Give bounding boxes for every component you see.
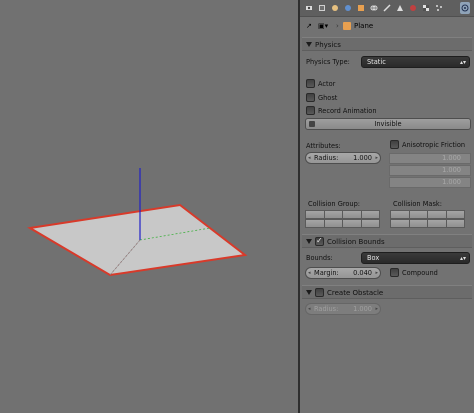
collision-mask-layer[interactable] <box>445 219 465 228</box>
world-icon[interactable] <box>343 2 353 14</box>
dropdown-arrow-icon: ▴▾ <box>459 255 466 262</box>
properties-tab-bar <box>300 0 474 17</box>
collision-group-row-1 <box>305 210 380 219</box>
invisible-toggle-button[interactable]: Invisible <box>305 118 471 130</box>
collision-group-layer[interactable] <box>360 210 380 219</box>
dropdown-arrow-icon: ▴▾ <box>459 59 466 66</box>
ghost-label: Ghost <box>318 94 338 102</box>
physics-type-value: Static <box>367 58 386 66</box>
actor-label: Actor <box>318 80 336 88</box>
aniso-z-field[interactable]: 1.000 <box>389 177 471 188</box>
obstacle-radius-field[interactable]: ◂ Radius: 1.000 ▸ <box>305 303 381 315</box>
collision-bounds-title: Collision Bounds <box>327 238 385 246</box>
collapse-triangle-icon[interactable] <box>306 42 312 47</box>
collision-mask-layer[interactable] <box>427 219 447 228</box>
3d-viewport[interactable] <box>0 0 298 413</box>
collision-group-layer[interactable] <box>323 219 343 228</box>
render-layers-icon[interactable] <box>317 2 327 14</box>
create-obstacle-title: Create Obstacle <box>327 289 384 297</box>
collision-bounds-section-header[interactable]: Collision Bounds <box>302 234 472 248</box>
collision-group-layer[interactable] <box>360 219 380 228</box>
compound-label: Compound <box>402 269 438 277</box>
anisotropic-friction-label: Anisotropic Friction <box>402 141 466 149</box>
record-animation-checkbox[interactable] <box>306 106 315 115</box>
data-icon[interactable] <box>395 2 405 14</box>
render-icon[interactable] <box>304 2 314 14</box>
aniso-y-field[interactable]: 1.000 <box>389 165 471 176</box>
context-object-name: Plane <box>354 22 374 30</box>
pin-icon[interactable]: ↗ <box>306 21 312 32</box>
increment-arrow-icon[interactable]: ▸ <box>375 268 378 278</box>
breadcrumb-separator: › <box>336 22 339 30</box>
invisible-label: Invisible <box>374 120 402 128</box>
collapse-triangle-icon[interactable] <box>306 239 312 244</box>
radius-label: Radius: <box>314 154 339 162</box>
collision-mask-layer[interactable] <box>390 219 410 228</box>
collision-group-layer[interactable] <box>305 210 325 219</box>
context-breadcrumb: ↗ ▣▾ › Plane <box>300 18 474 35</box>
collision-group-layer[interactable] <box>305 219 325 228</box>
collision-mask-layer[interactable] <box>390 210 410 219</box>
collision-mask-layer[interactable] <box>408 210 428 219</box>
collision-mask-row-1 <box>390 210 465 219</box>
material-icon[interactable] <box>408 2 418 14</box>
attributes-label: Attributes: <box>306 142 341 150</box>
create-obstacle-checkbox[interactable] <box>315 288 324 297</box>
bounds-label: Bounds: <box>306 254 333 262</box>
collision-group-layer[interactable] <box>342 219 362 228</box>
radius-value: 1.000 <box>353 154 372 162</box>
obstacle-radius-label: Radius: <box>314 305 339 313</box>
collision-group-label: Collision Group: <box>308 200 361 208</box>
physics-type-dropdown[interactable]: Static ▴▾ <box>361 56 470 68</box>
decrement-arrow-icon[interactable]: ◂ <box>308 268 311 278</box>
create-obstacle-section-header[interactable]: Create Obstacle <box>302 285 472 299</box>
context-menu-icon[interactable]: ▣▾ <box>318 21 328 32</box>
bounds-dropdown[interactable]: Box ▴▾ <box>361 252 470 264</box>
constraints-icon[interactable] <box>369 2 379 14</box>
texture-icon[interactable] <box>421 2 431 14</box>
margin-label: Margin: <box>314 269 339 277</box>
collision-mask-label: Collision Mask: <box>393 200 442 208</box>
compound-checkbox[interactable] <box>390 268 399 277</box>
object-icon[interactable] <box>356 2 366 14</box>
plane-object[interactable] <box>27 203 248 277</box>
aniso-x-field[interactable]: 1.000 <box>389 153 471 164</box>
decrement-arrow-icon[interactable]: ◂ <box>308 304 311 314</box>
physics-icon[interactable] <box>460 2 470 14</box>
collision-group-layer[interactable] <box>342 210 362 219</box>
ghost-checkbox[interactable] <box>306 93 315 102</box>
collision-group-row-2 <box>305 219 380 228</box>
collision-mask-layer[interactable] <box>445 210 465 219</box>
collision-mask-layer[interactable] <box>427 210 447 219</box>
obstacle-radius-value: 1.000 <box>353 305 372 313</box>
collision-group-layer[interactable] <box>323 210 343 219</box>
bounds-value: Box <box>367 254 380 262</box>
physics-section-title: Physics <box>315 41 341 49</box>
record-animation-label: Record Animation <box>318 107 377 115</box>
object-mesh-icon <box>343 22 351 30</box>
physics-section-header[interactable]: Physics <box>302 37 472 51</box>
increment-arrow-icon[interactable]: ▸ <box>375 153 378 163</box>
margin-field[interactable]: ◂ Margin: 0.040 ▸ <box>305 267 381 279</box>
invisible-toggle-icon <box>309 121 315 127</box>
radius-field[interactable]: ◂ Radius: 1.000 ▸ <box>305 152 381 164</box>
collision-mask-layer[interactable] <box>408 219 428 228</box>
modifiers-icon[interactable] <box>382 2 392 14</box>
anisotropic-friction-checkbox[interactable] <box>390 140 399 149</box>
collision-mask-row-2 <box>390 219 465 228</box>
collapse-triangle-icon[interactable] <box>306 290 312 295</box>
physics-type-label: Physics Type: <box>306 58 350 66</box>
viewport-canvas[interactable] <box>0 0 298 413</box>
collision-bounds-checkbox[interactable] <box>315 236 324 246</box>
particles-icon[interactable] <box>434 2 444 14</box>
margin-value: 0.040 <box>353 269 372 277</box>
actor-checkbox[interactable] <box>306 79 315 88</box>
increment-arrow-icon[interactable]: ▸ <box>375 304 378 314</box>
decrement-arrow-icon[interactable]: ◂ <box>308 153 311 163</box>
scene-icon[interactable] <box>330 2 340 14</box>
